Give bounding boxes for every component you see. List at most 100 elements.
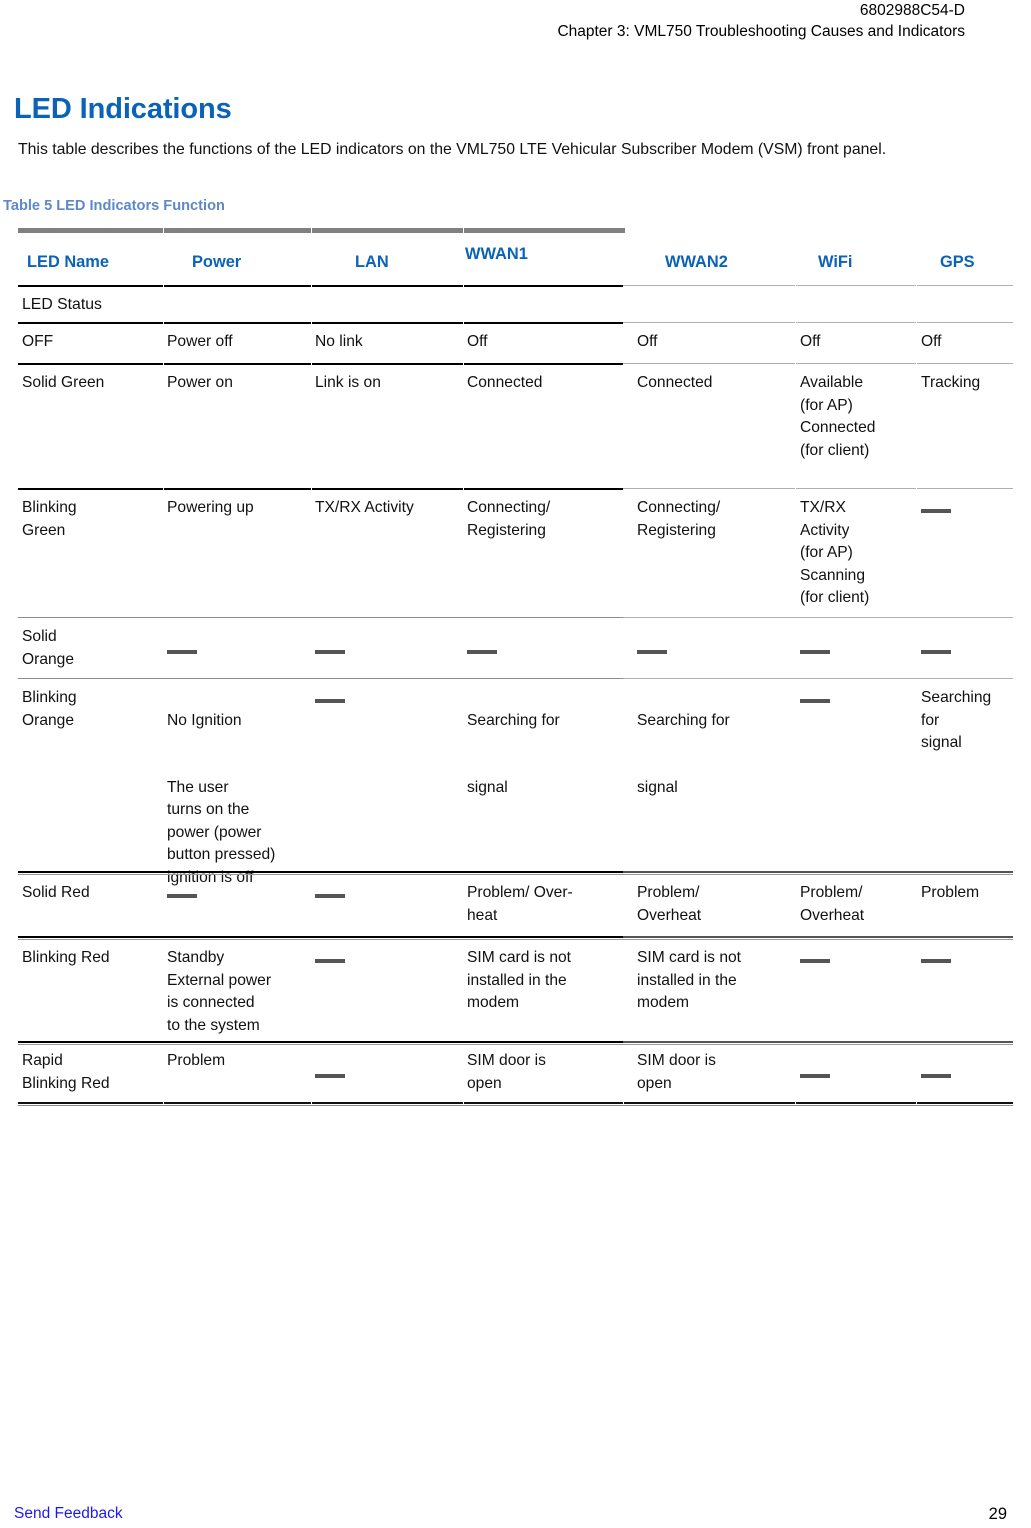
table-row: Rapid Blinking Red Problem SIM door is o…: [0, 1044, 1031, 1102]
cell-lan: Link is on: [315, 374, 381, 391]
cell-wwan2: Off: [637, 333, 658, 350]
cell-wifi: Problem/ Overheat: [800, 884, 865, 924]
cell-wwan1: SIM card is not installed in the modem: [467, 949, 571, 1011]
cell-lan: No link: [315, 333, 363, 350]
cell-wwan2: Problem/ Overheat: [637, 884, 702, 924]
cell-led-name: Blinking Orange: [22, 689, 77, 729]
cell-power: Standby External power is connected to t…: [167, 949, 272, 1034]
cell-wwan1: Connected: [467, 374, 543, 391]
em-dash-placeholder: [800, 650, 830, 654]
cell-gps: Tracking: [921, 374, 981, 391]
cell-wwan1: Searching for signal: [467, 687, 629, 822]
em-dash-placeholder: [315, 650, 345, 654]
column-header-gps: GPS: [940, 253, 975, 271]
em-dash-placeholder: [467, 650, 497, 654]
em-dash-placeholder: [315, 699, 345, 703]
cell-gps: Searching for signal: [921, 689, 992, 751]
cell-gps: [921, 951, 1023, 974]
em-dash-placeholder: [921, 650, 951, 654]
cell-wwan2: Connected: [637, 374, 713, 391]
cell-gps: Off: [921, 333, 942, 350]
document-number: 6802988C54-D: [859, 2, 965, 19]
cell-wifi: TX/RX Activity (for AP) Scanning (for cl…: [800, 499, 870, 606]
cell-led-name: Blinking Red: [22, 949, 110, 966]
cell-wwan2: SIM card is not installed in the modem: [637, 949, 741, 1011]
cell-gps: [921, 1066, 1023, 1089]
running-header: 6802988C54-D Chapter 3: VML750 Troublesh…: [0, 0, 1031, 42]
em-dash-placeholder: [167, 894, 197, 898]
table-row: OFF Power off No link Off Off Off Off: [0, 325, 1031, 363]
cell-wwan1: SIM door is open: [467, 1052, 546, 1092]
table-header-row: LED Name Power LAN WWAN1 WWAN2 WiFi GPS: [0, 233, 1031, 285]
cell-wifi: [800, 691, 916, 714]
cell-lan: [315, 1066, 463, 1089]
cell-wwan2: [637, 642, 795, 665]
em-dash-placeholder: [800, 959, 830, 963]
em-dash-placeholder: [921, 959, 951, 963]
cell-wwan1-line-1: Searching for: [467, 711, 560, 729]
em-dash-placeholder: [800, 1074, 830, 1078]
em-dash-placeholder: [637, 650, 667, 654]
cell-wifi: Available (for AP) Connected (for client…: [800, 374, 876, 459]
em-dash-placeholder: [315, 959, 345, 963]
em-dash-placeholder: [167, 650, 197, 654]
cell-power: [167, 642, 313, 665]
led-indicators-table: LED Name Power LAN WWAN1 WWAN2 WiFi GPS …: [0, 228, 1031, 1106]
table-row: Solid Red Problem/ Over- heat Problem/ O…: [0, 874, 1031, 936]
cell-wifi: [800, 642, 916, 665]
cell-wwan2-line-2: signal: [637, 778, 678, 796]
cell-wifi: [800, 951, 916, 974]
cell-gps: [921, 642, 1023, 665]
column-header-led-name: LED Name: [27, 253, 109, 271]
cell-gps: Problem: [921, 884, 980, 901]
cell-led-name: Blinking Green: [22, 499, 77, 539]
cell-wwan2-line-1: Searching for: [637, 711, 730, 729]
em-dash-placeholder: [921, 1074, 951, 1078]
cell-wwan1: [467, 642, 629, 665]
cell-led-name: OFF: [22, 333, 54, 350]
em-dash-placeholder: [315, 1074, 345, 1078]
table-caption: Table 5 LED Indicators Function: [3, 198, 225, 214]
page-title: LED Indications: [14, 93, 232, 126]
table-row: Blinking Red Standby External power is c…: [0, 939, 1031, 1041]
cell-gps: [921, 501, 1023, 524]
cell-lan: [315, 642, 463, 665]
cell-power: Power off: [167, 333, 233, 350]
led-status-band: LED Status: [0, 288, 1031, 322]
cell-led-name: Solid Green: [22, 374, 105, 391]
cell-wwan1: Problem/ Over- heat: [467, 884, 573, 924]
cell-led-name: Solid Orange: [22, 628, 75, 668]
cell-led-name: Solid Red: [22, 884, 90, 901]
table-bottom-rule: [0, 1102, 1031, 1106]
intro-paragraph: This table describes the functions of th…: [18, 140, 887, 158]
cell-power: Problem: [167, 1052, 226, 1069]
table-row: Blinking Green Powering up TX/RX Activit…: [0, 491, 1031, 617]
column-header-wifi: WiFi: [818, 253, 853, 271]
cell-wifi: [800, 1066, 916, 1089]
em-dash-placeholder: [800, 699, 830, 703]
cell-power: [167, 886, 313, 909]
led-status-label: LED Status: [22, 296, 102, 313]
cell-led-name: Rapid Blinking Red: [22, 1052, 110, 1092]
cell-lan: [315, 691, 463, 714]
cell-wwan1-line-2: signal: [467, 778, 508, 796]
em-dash-placeholder: [921, 509, 951, 513]
cell-lan: TX/RX Activity: [315, 499, 414, 516]
table-row: Blinking Orange No Ignition The user tur…: [0, 681, 1031, 886]
page-number: 29: [988, 1505, 1007, 1523]
cell-wwan2: Connecting/ Registering: [637, 499, 721, 539]
cell-lan: [315, 886, 463, 909]
em-dash-placeholder: [315, 894, 345, 898]
cell-power: Powering up: [167, 499, 254, 516]
cell-wwan2: SIM door is open: [637, 1052, 716, 1092]
table-row: Solid Orange: [0, 620, 1031, 678]
cell-power-line-1: No Ignition: [167, 711, 242, 729]
cell-wifi: Off: [800, 333, 821, 350]
table-row: Solid Green Power on Link is on Connecte…: [0, 366, 1031, 488]
cell-power: Power on: [167, 374, 233, 391]
chapter-title: Chapter 3: VML750 Troubleshooting Causes…: [557, 23, 965, 40]
cell-wwan1: Off: [467, 333, 488, 350]
cell-lan: [315, 951, 463, 974]
column-header-wwan2: WWAN2: [665, 253, 728, 271]
send-feedback-link[interactable]: Send Feedback: [14, 1505, 123, 1523]
